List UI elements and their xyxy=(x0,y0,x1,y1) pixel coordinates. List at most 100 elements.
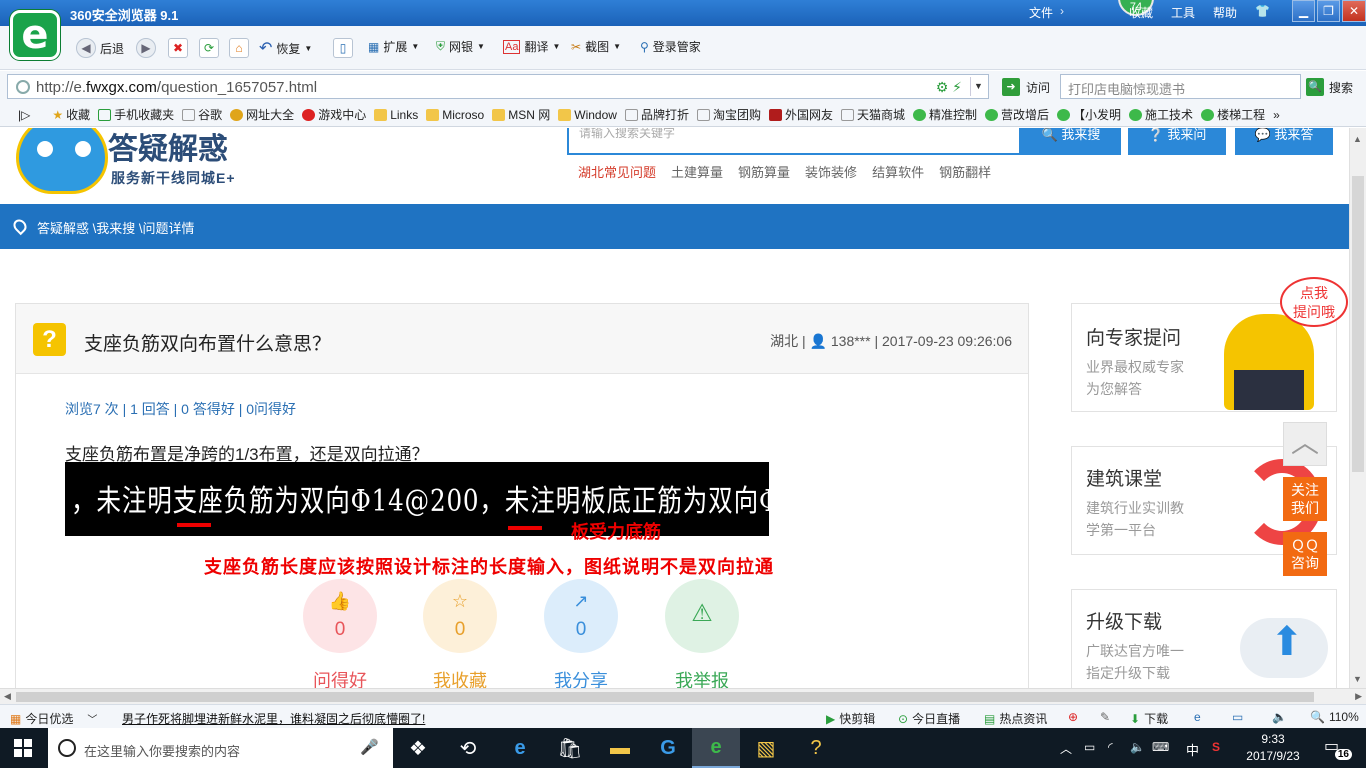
fav-item[interactable]: Links xyxy=(374,108,418,122)
notification-center-icon[interactable]: ▭ 16 xyxy=(1324,736,1352,760)
share-circle[interactable]: ↗ 0 xyxy=(544,579,618,653)
edge-icon[interactable]: e xyxy=(496,728,544,768)
store-icon[interactable]: 🛍 xyxy=(546,728,594,768)
fav-item[interactable]: 天猫商城 xyxy=(840,106,905,123)
extend-button[interactable]: ▦ 扩展 ▼ xyxy=(368,38,419,55)
app-g-icon[interactable]: G xyxy=(644,728,692,768)
pin-icon[interactable]: ✎ xyxy=(1100,710,1110,724)
close-button[interactable]: ✕ xyxy=(1342,0,1366,22)
refresh-button[interactable]: ⟳ xyxy=(199,38,219,58)
fav-item[interactable]: Microso xyxy=(426,108,484,122)
site-search-input[interactable]: 请输入搜索关键字 xyxy=(567,128,1021,155)
like-action[interactable]: 👍 0 问得好 xyxy=(302,579,378,688)
fav-item[interactable]: 游戏中心 xyxy=(302,106,366,123)
hotlink[interactable]: 装饰装修 xyxy=(805,162,857,181)
taskview-icon[interactable]: ❖ xyxy=(394,728,442,768)
volume-icon[interactable]: 🔈 xyxy=(1130,740,1145,754)
fav-item[interactable]: 精准控制 xyxy=(913,106,977,123)
hotlink[interactable]: 湖北常见问题 xyxy=(578,162,656,181)
bank-button[interactable]: ⛨ 网银 ▼ xyxy=(436,38,485,55)
start-button[interactable] xyxy=(14,739,32,757)
visit-button[interactable]: ➜ 访问 xyxy=(1002,78,1050,96)
fav-item[interactable]: 施工技术 xyxy=(1129,106,1193,123)
qq-consult-button[interactable]: ＱＱ 咨询 xyxy=(1283,532,1327,576)
security-icon[interactable]: ⚙ ⚡ xyxy=(936,79,962,96)
browser-search-input[interactable]: 打印店电脑惊现遗书 xyxy=(1060,74,1301,99)
fav-item[interactable]: 手机收藏夹 xyxy=(98,106,174,123)
fav-item[interactable]: 网址大全 xyxy=(230,106,294,123)
minimize-button[interactable]: ▁ xyxy=(1292,0,1315,22)
ie-icon[interactable]: e xyxy=(1194,710,1201,724)
url-text[interactable]: http://e.fwxgx.com/question_1657057.html xyxy=(36,79,317,96)
search-button[interactable]: 🔍 我来搜 xyxy=(1021,128,1121,155)
menu-favorites[interactable]: 收藏 xyxy=(1129,4,1153,21)
download-card[interactable]: 升级下载 广联达官方唯一 指定升级下载 ⬆ xyxy=(1071,589,1337,688)
follow-us-button[interactable]: 关注 我们 xyxy=(1283,477,1327,521)
back-button[interactable]: ◀ 后退 xyxy=(76,38,124,58)
back-to-top-button[interactable]: ︿ xyxy=(1283,422,1327,466)
site-logo-title[interactable]: 答疑解惑 xyxy=(108,128,228,168)
browser-search-button[interactable]: 🔍 搜索 xyxy=(1306,78,1353,96)
scroll-thumb[interactable] xyxy=(16,692,1314,702)
hot-news-button[interactable]: ▤ 热点资讯 xyxy=(984,710,1047,727)
favorite-circle[interactable]: ☆ 0 xyxy=(423,579,497,653)
fav-item[interactable]: ★ 收藏 xyxy=(52,106,90,123)
fav-item[interactable]: 谷歌 xyxy=(182,106,222,123)
quick-cut-button[interactable]: ▶ 快剪辑 xyxy=(826,710,875,727)
taskbar-search[interactable]: 在这里输入你要搜索的内容 🎤 xyxy=(48,728,393,768)
menu-help[interactable]: 帮助 xyxy=(1213,4,1237,21)
scroll-down-icon[interactable]: ▼ xyxy=(1353,674,1362,684)
restore-button[interactable]: ↶ 恢复 ▼ xyxy=(259,38,312,58)
plus-icon[interactable]: ⊕ xyxy=(1068,710,1078,724)
scroll-thumb[interactable] xyxy=(1352,176,1364,472)
vertical-scrollbar[interactable]: ▲ ▼ xyxy=(1349,128,1366,688)
ask-me-bubble[interactable]: 点我 提问哦 xyxy=(1280,277,1348,327)
keyboard-icon[interactable]: ⌨ xyxy=(1152,740,1169,754)
home-button[interactable]: ⌂ xyxy=(229,38,249,58)
battery-icon[interactable]: ▭ xyxy=(1084,740,1095,754)
forward-button[interactable]: ▶ xyxy=(136,38,156,58)
hotlink[interactable]: 钢筋翻样 xyxy=(939,162,991,181)
address-bar[interactable]: http://e.fwxgx.com/question_1657057.html… xyxy=(7,74,989,99)
ime-indicator[interactable]: 中 xyxy=(1186,740,1199,759)
clock[interactable]: 9:33 2017/9/23 xyxy=(1246,731,1300,765)
fav-item[interactable]: 营改增后 xyxy=(985,106,1049,123)
fav-item[interactable]: Window xyxy=(558,108,617,122)
speaker-icon[interactable]: 🔈 xyxy=(1272,710,1287,724)
report-action[interactable]: ⚠ 我举报 xyxy=(664,579,740,688)
scroll-left-icon[interactable]: ◀ xyxy=(4,691,11,702)
hotlink[interactable]: 土建算量 xyxy=(671,162,723,181)
download-button[interactable]: ⬇ 下载 xyxy=(1130,710,1168,727)
hotlink[interactable]: 结算软件 xyxy=(872,162,924,181)
news-headline[interactable]: 男子作死将脚埋进新鲜水泥里，谁料凝固之后彻底懵圈了! xyxy=(122,710,425,727)
fav-item[interactable]: 外国网友 xyxy=(768,106,833,123)
browser-app-icon[interactable]: ⟲ xyxy=(444,728,492,768)
notes-icon[interactable]: ▧ xyxy=(742,728,790,768)
skin-icon[interactable]: 👕 xyxy=(1255,4,1270,21)
mobile-button[interactable]: ▯ xyxy=(333,38,353,58)
login-manager-button[interactable]: ⚲ 登录管家 xyxy=(640,38,701,55)
fav-item[interactable]: 淘宝团购 xyxy=(696,106,761,123)
stop-button[interactable]: ✖ xyxy=(168,38,188,58)
breadcrumb-text[interactable]: 答疑解惑 \我来搜 \问题详情 xyxy=(37,218,194,237)
hotlink[interactable]: 钢筋算量 xyxy=(738,162,790,181)
menu-tools[interactable]: 工具 xyxy=(1171,4,1195,21)
horizontal-scrollbar[interactable]: ◀ ▶ xyxy=(0,688,1366,704)
share-action[interactable]: ↗ 0 我分享 xyxy=(543,579,619,688)
answer-button[interactable]: 💬 我来答 xyxy=(1235,128,1333,155)
fav-item[interactable]: 楼梯工程 xyxy=(1201,106,1265,123)
ask-button[interactable]: ❔ 我来问 xyxy=(1128,128,1226,155)
fav-item[interactable]: 【小发明 xyxy=(1057,106,1121,123)
microphone-icon[interactable]: 🎤 xyxy=(360,738,379,756)
zoom-level[interactable]: 🔍 110% xyxy=(1310,710,1359,724)
chevron-up-icon[interactable]: ︿ xyxy=(1060,740,1072,757)
report-circle[interactable]: ⚠ xyxy=(665,579,739,653)
file-explorer-icon[interactable]: ▬ xyxy=(596,728,644,768)
window-icon[interactable]: ▭ xyxy=(1232,710,1243,724)
translate-button[interactable]: Aa 翻译 ▼ xyxy=(503,38,560,55)
like-circle[interactable]: 👍 0 xyxy=(303,579,377,653)
wifi-icon[interactable]: ◜ xyxy=(1108,740,1113,754)
fav-item[interactable]: MSN 网 xyxy=(492,106,550,123)
sogou-icon[interactable]: S xyxy=(1212,740,1220,754)
scroll-right-icon[interactable]: ▶ xyxy=(1355,691,1362,702)
